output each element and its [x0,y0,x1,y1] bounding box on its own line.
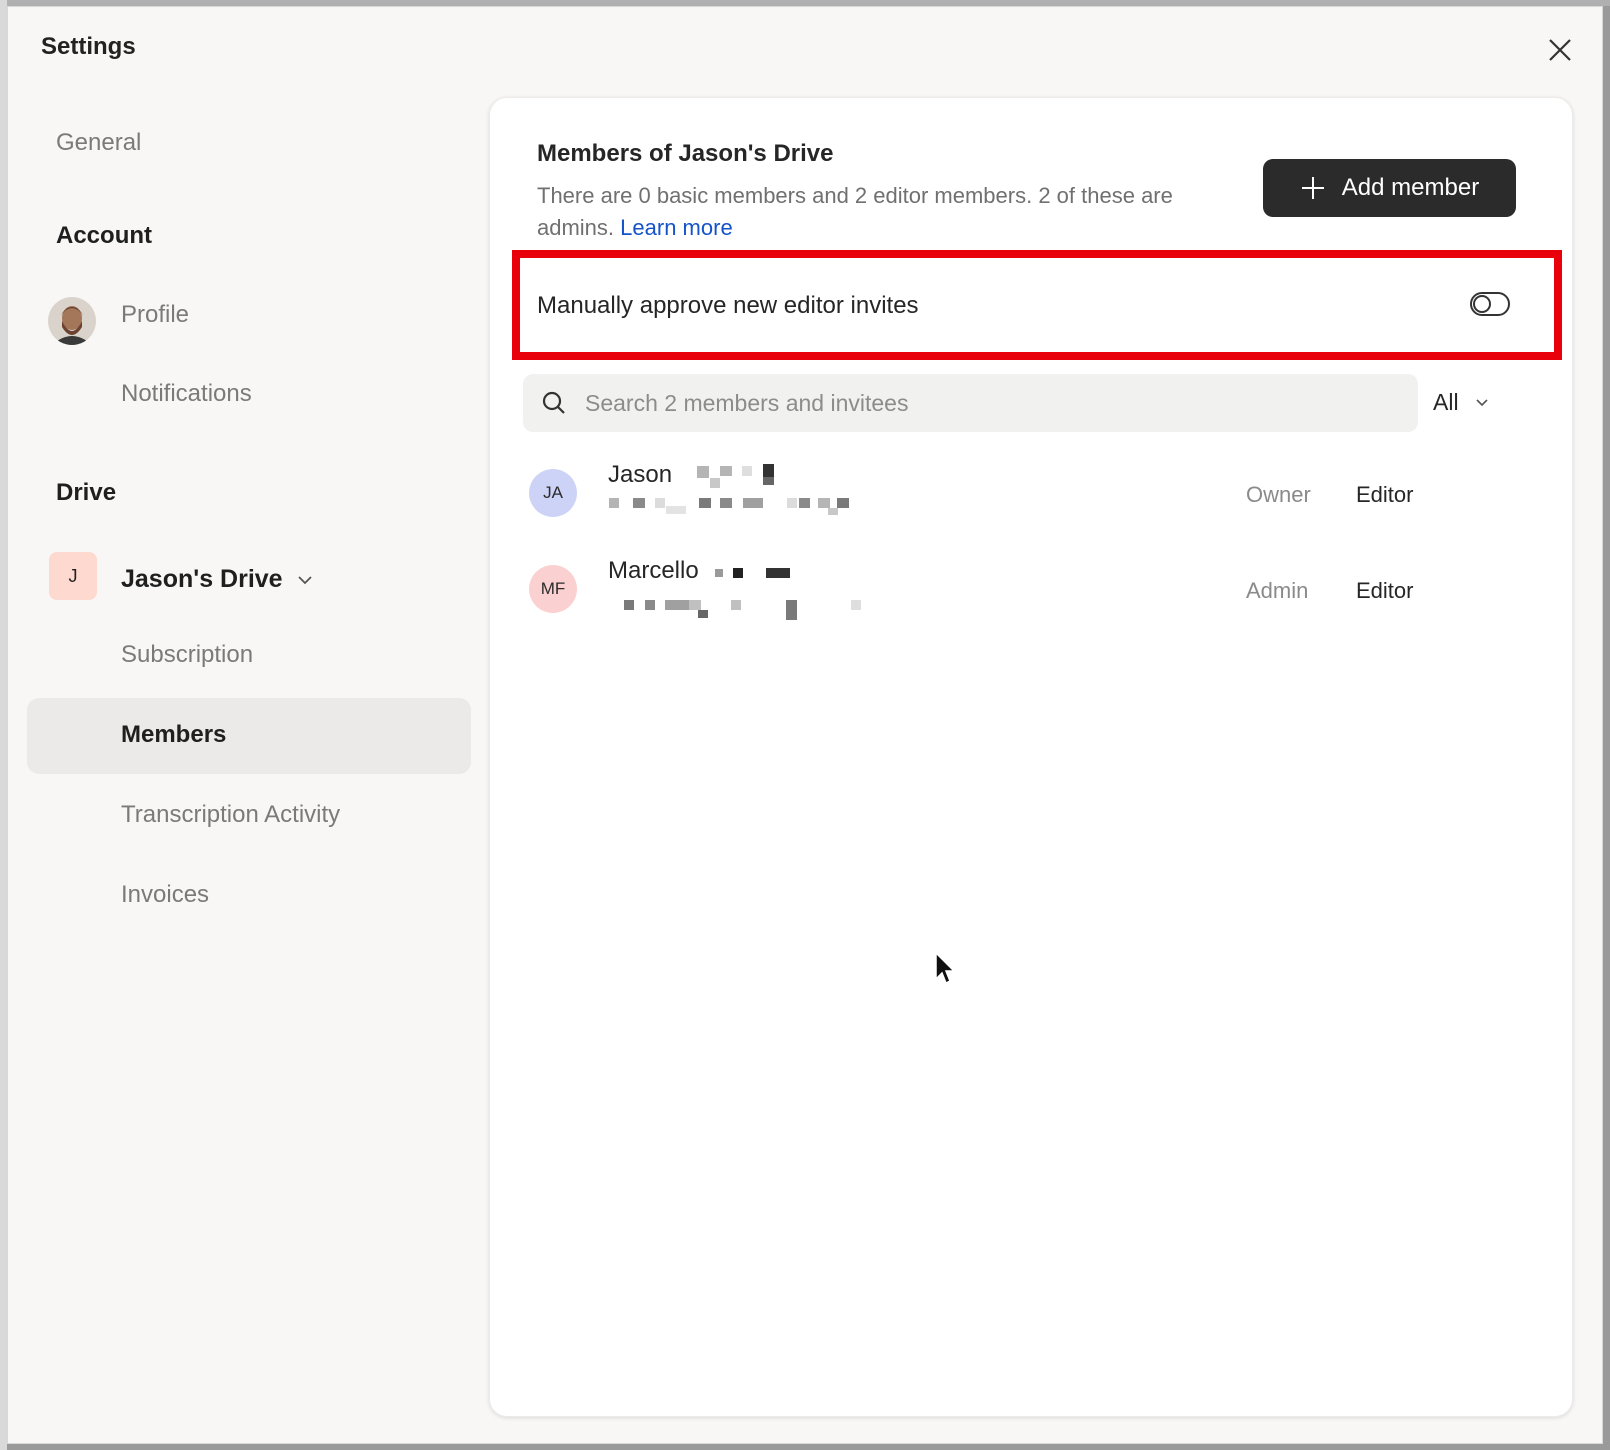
avatar: MF [529,565,577,613]
table-row: JA Jason Owner Editor [523,452,1533,532]
sidebar-item-members[interactable] [27,698,471,774]
sidebar-heading-drive: Drive [56,479,117,506]
member-filter-select[interactable]: All [1433,382,1489,422]
add-member-button[interactable]: Add member [1263,159,1516,217]
search-input[interactable] [583,388,1387,418]
sidebar-item-invoices[interactable]: Invoices [121,881,209,909]
close-icon [1549,39,1571,61]
filter-value: All [1433,388,1459,415]
drive-switcher[interactable]: Jason's Drive [121,565,313,594]
learn-more-link[interactable]: Learn more [620,215,733,240]
drive-badge: J [49,552,97,600]
plus-icon [1301,177,1324,199]
table-row: MF Marcello Admin Editor [523,548,1533,628]
member-access-select[interactable]: Editor [1356,578,1413,604]
members-panel: Members of Jason's Drive There are 0 bas… [489,97,1573,1417]
sidebar-item-members-label: Members [121,721,227,748]
drive-name-label: Jason's Drive [121,565,283,593]
approve-invites-toggle[interactable] [1470,292,1510,316]
sidebar-item-profile[interactable]: Profile [121,301,189,329]
member-name: Marcello [608,557,699,584]
sidebar-item-general[interactable]: General [56,129,141,157]
approve-invites-label: Manually approve new editor invites [537,292,919,319]
chevron-down-icon [1475,398,1488,406]
member-name: Jason [608,461,673,488]
members-summary: There are 0 basic members and 2 editor m… [537,180,1237,244]
member-role: Owner [1246,482,1311,507]
sidebar-heading-account: Account [56,222,152,249]
profile-photo-icon [48,297,96,345]
mouse-cursor-icon [935,951,956,985]
search-icon [542,391,565,414]
member-role: Admin [1246,578,1309,603]
background-edge [0,0,7,1450]
sidebar-item-transcription-activity[interactable]: Transcription Activity [121,801,340,829]
toggle-knob [1473,295,1491,313]
member-search [523,374,1418,432]
dialog-title: Settings [41,33,136,60]
avatar: JA [529,469,577,517]
add-member-label: Add member [1341,174,1480,201]
sidebar-item-subscription[interactable]: Subscription [121,641,253,669]
settings-dialog: Settings General Account Profile Notific… [7,6,1603,1444]
chevron-down-icon [297,575,312,584]
close-button[interactable] [1545,35,1575,65]
avatar [48,297,96,345]
sidebar-item-notifications[interactable]: Notifications [121,380,252,408]
member-access-select[interactable]: Editor [1356,482,1413,508]
page-title: Members of Jason's Drive [537,140,834,167]
